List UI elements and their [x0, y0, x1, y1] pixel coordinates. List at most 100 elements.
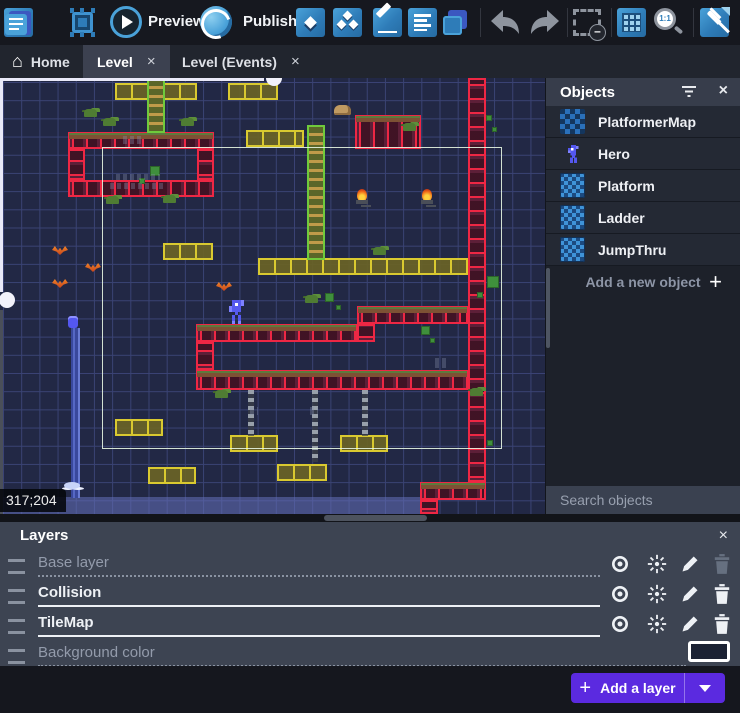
- trash-icon[interactable]: [710, 612, 734, 636]
- add-object-icon[interactable]: [296, 8, 325, 37]
- drag-handle-icon[interactable]: [8, 559, 25, 574]
- object-row-platformermap[interactable]: PlatformerMap: [546, 106, 740, 138]
- instance-hero[interactable]: [226, 300, 229, 303]
- close-icon[interactable]: ×: [719, 527, 728, 545]
- instance-bush[interactable]: [403, 123, 416, 131]
- tab-home-label: Home: [31, 54, 70, 70]
- instance-bush[interactable]: [181, 118, 194, 126]
- object-row-ladder[interactable]: Ladder: [546, 202, 740, 234]
- edit-properties-icon[interactable]: [373, 8, 402, 37]
- layers-panel-header: Layers ×: [0, 522, 740, 549]
- clear-selection-icon[interactable]: [573, 9, 601, 36]
- add-layer-dropdown[interactable]: [684, 673, 725, 703]
- left-scroll-thumb[interactable]: [0, 292, 15, 308]
- close-icon[interactable]: ×: [291, 53, 300, 70]
- effects-icon[interactable]: [645, 582, 669, 606]
- tilemap-light-icon: [560, 205, 585, 230]
- left-scroll-line-lower: [0, 310, 3, 514]
- close-icon[interactable]: ×: [147, 53, 156, 70]
- preview-label[interactable]: Preview: [148, 13, 205, 30]
- visibility-eye-icon[interactable]: [608, 612, 632, 636]
- instance-ladder[interactable]: [147, 78, 165, 133]
- trash-icon[interactable]: [710, 582, 734, 606]
- instance-platformer-brick[interactable]: [355, 115, 421, 149]
- toolbar-divider: [567, 8, 568, 37]
- cursor-coordinates: 317;204: [0, 489, 66, 512]
- drag-handle-icon[interactable]: [8, 649, 25, 664]
- instance-jumpthru-platform[interactable]: [277, 464, 327, 481]
- instance-waterfall-splash[interactable]: [64, 482, 80, 489]
- grid-icon[interactable]: [617, 8, 646, 37]
- chevron-down-icon: [699, 685, 711, 692]
- add-new-object-button[interactable]: Add a new object +: [546, 266, 740, 297]
- add-layer-button[interactable]: + Add a layer: [571, 673, 725, 703]
- plus-icon: +: [579, 677, 591, 700]
- edit-pencil-icon[interactable]: [678, 582, 702, 606]
- settings-wrench-icon[interactable]: [700, 8, 729, 37]
- instance-platformer-brick[interactable]: [68, 149, 85, 180]
- tab-level-label: Level: [97, 54, 133, 70]
- visibility-eye-icon[interactable]: [608, 552, 632, 576]
- objects-panel-title: Objects: [560, 84, 615, 101]
- hero-mini-icon: [560, 141, 585, 166]
- layer-name-field[interactable]: Base layer: [38, 554, 109, 571]
- instance-waterfall-top[interactable]: [68, 316, 78, 328]
- publish-icon[interactable]: [200, 6, 232, 38]
- object-row-jumpthru[interactable]: JumpThru: [546, 234, 740, 266]
- objects-list-icon[interactable]: [333, 8, 362, 37]
- objects-scrollbar-thumb[interactable]: [546, 268, 550, 348]
- search-objects-bar: [546, 486, 740, 514]
- tilemap-dark-icon: [560, 109, 585, 134]
- tab-level-events[interactable]: Level (Events) ×: [168, 45, 314, 78]
- zoom-reset-icon[interactable]: 1:1: [652, 7, 686, 38]
- search-objects-input[interactable]: [546, 491, 740, 509]
- object-row-hero[interactable]: Hero: [546, 138, 740, 170]
- preview-icon[interactable]: [110, 6, 142, 38]
- layer-name-field[interactable]: TileMap: [38, 614, 94, 631]
- instance-jumpthru-platform[interactable]: [148, 467, 196, 484]
- tilemap-light-icon: [560, 173, 585, 198]
- drag-handle-icon[interactable]: [8, 589, 25, 604]
- instance-bat[interactable]: [52, 279, 68, 288]
- scene-editor-canvas[interactable]: 317;204: [0, 78, 545, 514]
- instance-bat[interactable]: [52, 246, 68, 255]
- instance-green-block[interactable]: [492, 127, 497, 132]
- instances-list-icon[interactable]: [408, 8, 437, 37]
- instance-green-block[interactable]: [486, 115, 492, 121]
- objects-panel-header: Objects ×: [546, 78, 740, 106]
- add-layer-main[interactable]: + Add a layer: [571, 673, 684, 703]
- object-row-platform[interactable]: Platform: [546, 170, 740, 202]
- horizontal-scrollbar-thumb[interactable]: [324, 515, 427, 521]
- visibility-eye-icon[interactable]: [608, 582, 632, 606]
- redo-icon[interactable]: [528, 8, 562, 36]
- effects-icon[interactable]: [645, 552, 669, 576]
- instance-jumpthru-platform[interactable]: [246, 130, 304, 147]
- debugger-icon[interactable]: [68, 8, 97, 37]
- left-scroll-line: [0, 80, 3, 292]
- layer-name-field[interactable]: Collision: [38, 584, 101, 601]
- close-icon[interactable]: ×: [719, 82, 728, 100]
- instance-waterfall[interactable]: [71, 328, 80, 498]
- filter-icon[interactable]: [682, 86, 696, 98]
- tab-level[interactable]: Level ×: [83, 45, 170, 78]
- background-color-swatch[interactable]: [688, 641, 730, 662]
- project-manager-icon[interactable]: [4, 8, 33, 37]
- instance-bush[interactable]: [84, 109, 97, 117]
- instance-bat[interactable]: [85, 263, 101, 272]
- tab-home[interactable]: ⌂ Home: [0, 45, 82, 78]
- instance-bush[interactable]: [103, 118, 116, 126]
- layer-name-field[interactable]: Background color: [38, 644, 155, 661]
- instance-mushroom[interactable]: [334, 105, 351, 115]
- effects-icon[interactable]: [645, 612, 669, 636]
- main-toolbar: Preview Publish 1:1: [0, 0, 740, 45]
- undo-icon[interactable]: [488, 8, 522, 36]
- instance-platformer-brick[interactable]: [420, 500, 438, 514]
- edit-pencil-icon[interactable]: [678, 612, 702, 636]
- publish-label[interactable]: Publish: [243, 13, 297, 30]
- edit-pencil-icon[interactable]: [678, 552, 702, 576]
- trash-icon[interactable]: [710, 552, 734, 576]
- instance-platformer-brick[interactable]: [420, 482, 486, 500]
- layers-panel-icon[interactable]: [440, 8, 469, 37]
- drag-handle-icon[interactable]: [8, 619, 25, 634]
- plus-icon: +: [709, 269, 722, 295]
